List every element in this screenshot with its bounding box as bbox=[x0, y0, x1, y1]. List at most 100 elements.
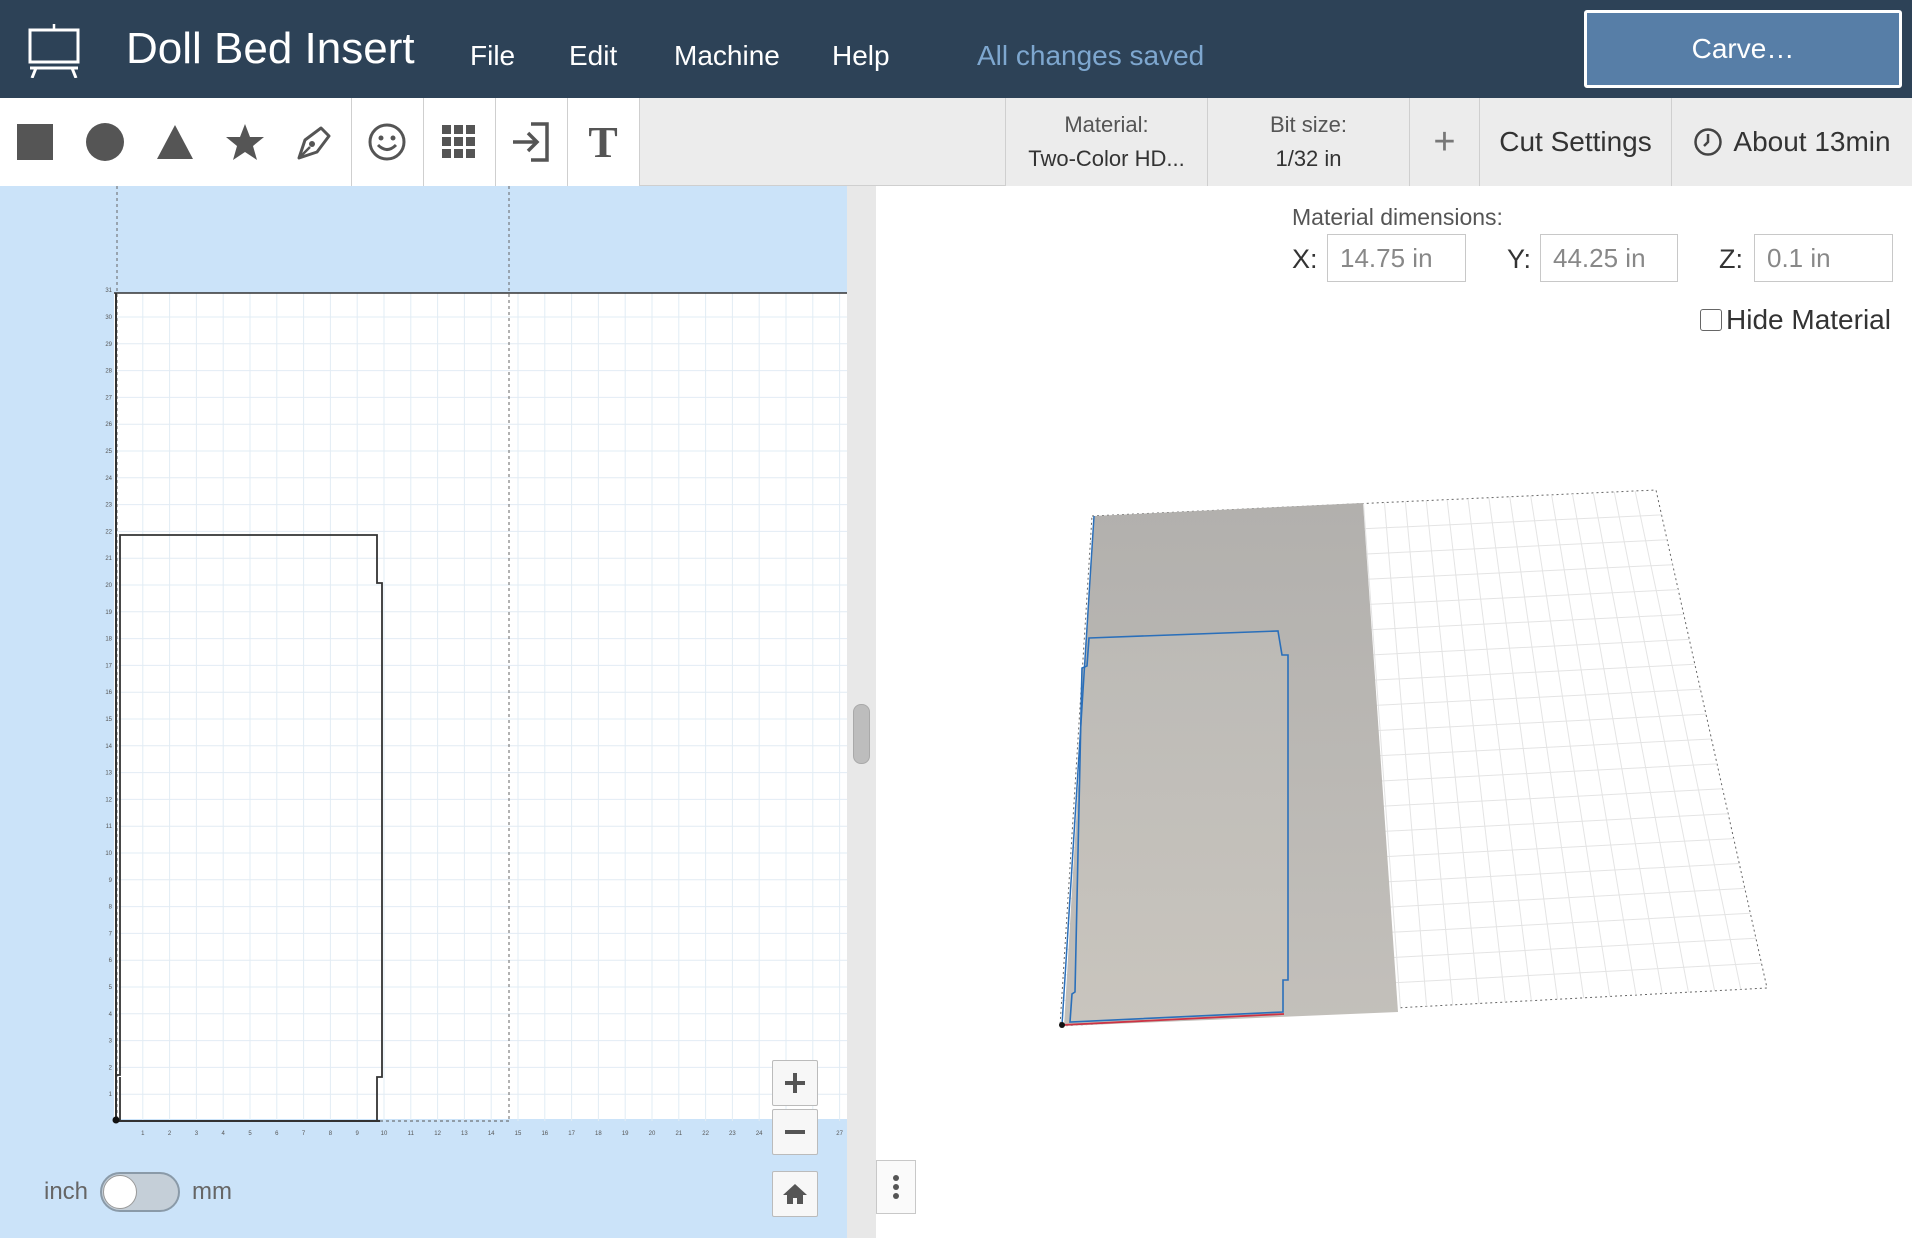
x-axis-ticks: 1 2 3 4 5 6 7 8 9 10 11 12 13 14 15 16 17 18 19 20 21 22 23 24 2… bbox=[141, 1131, 843, 1137]
x-tick-label: 3 bbox=[195, 1131, 199, 1137]
save-status: All changes saved bbox=[977, 40, 1205, 71]
time-estimate-button[interactable]: About 13min bbox=[1671, 98, 1912, 186]
x-tick-label: 14 bbox=[488, 1131, 495, 1137]
preview-panel bbox=[876, 186, 1912, 1238]
y-tick-label: 7 bbox=[109, 931, 113, 937]
add-bit-button[interactable]: + bbox=[1409, 98, 1479, 186]
material-label: Material: bbox=[1064, 112, 1149, 137]
circle-icon[interactable] bbox=[70, 98, 140, 186]
vertical-dots-icon bbox=[893, 1175, 899, 1199]
menu-machine[interactable]: Machine bbox=[674, 40, 780, 72]
x-tick-label: 4 bbox=[222, 1131, 226, 1137]
design-grid: 1234567891011121314151617181920212223242… bbox=[105, 186, 847, 1137]
y-axis-ticks: 1234567891011121314151617181920212223242… bbox=[105, 288, 112, 1098]
y-tick-label: 8 bbox=[109, 905, 113, 911]
y-tick-label: 13 bbox=[105, 771, 112, 777]
carve-button[interactable]: Carve… bbox=[1584, 10, 1902, 88]
panel-splitter[interactable] bbox=[847, 186, 876, 1238]
home-button[interactable] bbox=[772, 1171, 818, 1217]
menu-file[interactable]: File bbox=[470, 40, 515, 72]
hide-material-label: Hide Material bbox=[1726, 304, 1891, 335]
y-tick-label: 17 bbox=[105, 663, 112, 669]
unit-inch-label: inch bbox=[44, 1178, 89, 1205]
x-tick-label: 24 bbox=[756, 1131, 763, 1137]
zoom-in-button[interactable] bbox=[772, 1060, 818, 1106]
x-tick-label: 9 bbox=[356, 1131, 360, 1137]
y-dim-input[interactable]: 44.25 in bbox=[1540, 234, 1678, 282]
shape-tools: T bbox=[0, 98, 640, 186]
easel-icon[interactable] bbox=[26, 22, 82, 78]
y-tick-label: 23 bbox=[105, 503, 112, 509]
x-dim-input[interactable]: 14.75 in bbox=[1327, 234, 1466, 282]
y-tick-label: 2 bbox=[109, 1065, 113, 1071]
material-dimensions-title: Material dimensions: bbox=[1292, 204, 1503, 230]
project-title[interactable]: Doll Bed Insert bbox=[126, 24, 415, 74]
checkbox[interactable] bbox=[1700, 309, 1722, 331]
x-tick-label: 22 bbox=[702, 1131, 709, 1137]
unit-mm-label: mm bbox=[192, 1178, 233, 1205]
y-tick-label: 9 bbox=[109, 878, 113, 884]
more-options-button[interactable] bbox=[876, 1160, 916, 1214]
grid-apps-icon[interactable] bbox=[424, 98, 494, 186]
x-tick-label: 23 bbox=[729, 1131, 736, 1137]
zoom-out-button[interactable] bbox=[772, 1109, 818, 1155]
switch-knob bbox=[103, 1175, 138, 1209]
x-tick-label: 11 bbox=[408, 1131, 415, 1137]
y-tick-label: 4 bbox=[109, 1012, 113, 1018]
x-tick-label: 12 bbox=[434, 1131, 441, 1137]
square-icon[interactable] bbox=[0, 98, 70, 186]
y-tick-label: 1 bbox=[109, 1092, 113, 1098]
x-tick-label: 10 bbox=[381, 1131, 388, 1137]
text-icon[interactable]: T bbox=[568, 98, 638, 186]
x-tick-label: 2 bbox=[168, 1131, 172, 1137]
y-tick-label: 12 bbox=[105, 797, 112, 803]
time-estimate-label: About 13min bbox=[1733, 126, 1891, 157]
app-header: Doll Bed Insert File Edit Machine Help A… bbox=[0, 0, 1912, 98]
smiley-icon[interactable] bbox=[352, 98, 422, 186]
clock-icon bbox=[1694, 128, 1723, 156]
x-dim-label: X: bbox=[1292, 244, 1318, 274]
x-tick-label: 15 bbox=[515, 1131, 522, 1137]
hide-material-checkbox[interactable]: Hide Material bbox=[1700, 304, 1891, 336]
x-tick-label: 1 bbox=[141, 1131, 145, 1137]
x-tick-label: 16 bbox=[541, 1131, 548, 1137]
unit-toggle[interactable]: inch mm bbox=[44, 1172, 232, 1212]
star-icon[interactable] bbox=[210, 98, 280, 186]
y-tick-label: 30 bbox=[105, 315, 112, 321]
menu-help[interactable]: Help bbox=[832, 40, 890, 72]
x-tick-label: 18 bbox=[595, 1131, 602, 1137]
y-dim-label: Y: bbox=[1507, 244, 1532, 274]
home-icon bbox=[783, 1184, 807, 1204]
design-canvas[interactable]: 1 2 3 4 5 6 7 8 9 10 11 12 13 14 15 16 17 18 19 20 21 22 23 24 2… bbox=[0, 186, 847, 1238]
cut-settings-label: Cut Settings bbox=[1499, 126, 1652, 157]
3d-preview[interactable] bbox=[876, 186, 1912, 1238]
import-icon[interactable] bbox=[496, 98, 566, 186]
bit-size-selector[interactable]: Bit size: 1/32 in bbox=[1207, 98, 1409, 186]
y-tick-label: 22 bbox=[105, 529, 112, 535]
origin-point bbox=[112, 1116, 120, 1124]
plus-icon: + bbox=[1433, 120, 1456, 163]
x-tick-label: 21 bbox=[675, 1131, 682, 1137]
y-tick-label: 25 bbox=[105, 449, 112, 455]
menu-edit[interactable]: Edit bbox=[569, 40, 617, 72]
y-tick-label: 5 bbox=[109, 985, 113, 991]
y-tick-label: 21 bbox=[105, 556, 112, 562]
y-tick-label: 19 bbox=[105, 610, 112, 616]
y-tick-label: 26 bbox=[105, 422, 112, 428]
y-tick-label: 16 bbox=[105, 690, 112, 696]
unit-switch[interactable] bbox=[100, 1172, 181, 1212]
x-tick-label: 27 bbox=[836, 1131, 843, 1137]
x-tick-label: 20 bbox=[649, 1131, 656, 1137]
splitter-handle[interactable] bbox=[853, 704, 870, 764]
z-dim-input[interactable]: 0.1 in bbox=[1754, 234, 1893, 282]
y-tick-label: 10 bbox=[105, 851, 112, 857]
material-selector[interactable]: Material: Two-Color HD... bbox=[1005, 98, 1207, 186]
x-tick-label: 19 bbox=[622, 1131, 629, 1137]
pen-icon[interactable] bbox=[280, 98, 350, 186]
origin-point bbox=[1059, 1022, 1065, 1028]
y-tick-label: 18 bbox=[105, 637, 112, 643]
cut-settings-button[interactable]: Cut Settings bbox=[1479, 98, 1671, 186]
y-tick-label: 29 bbox=[105, 342, 112, 348]
toolbar: T Material: Two-Color HD... Bit size: 1/… bbox=[0, 98, 1912, 186]
triangle-icon[interactable] bbox=[140, 98, 210, 186]
